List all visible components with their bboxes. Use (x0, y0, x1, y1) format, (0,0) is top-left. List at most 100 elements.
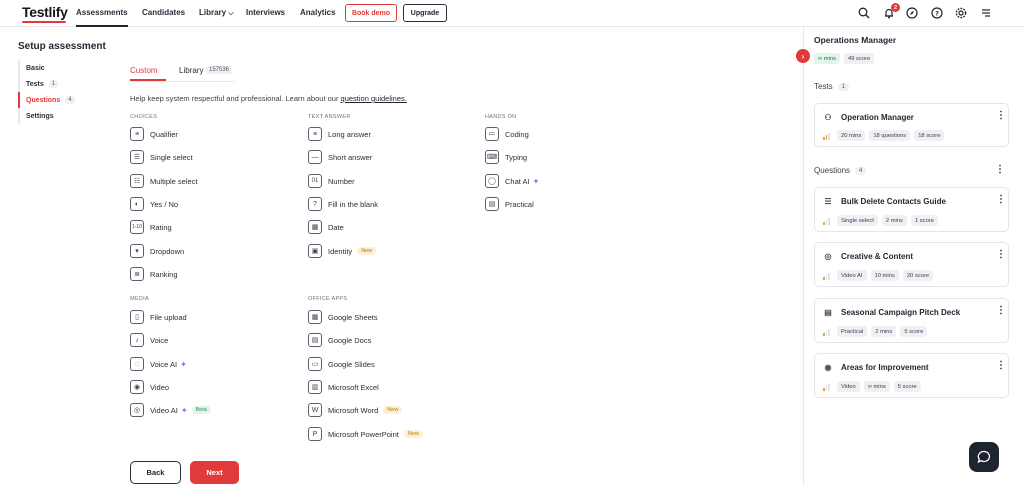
meta-pill: Video AI (837, 270, 867, 281)
kebab-menu-icon[interactable]: ⋮ (996, 111, 1006, 121)
question-type-label: Rating (150, 222, 172, 232)
question-type-number[interactable]: 01 Number (308, 173, 355, 189)
practical-icon: ▤ (824, 307, 832, 317)
chat-support-button[interactable] (969, 442, 999, 472)
question-type-coding[interactable]: ≔ Coding (485, 126, 529, 142)
question-type-single-select[interactable]: ☰ Single select (130, 149, 193, 165)
question-type-label: Fill in the blank (328, 199, 379, 209)
nav-interviews[interactable]: Interviews (246, 8, 285, 17)
kebab-menu-icon[interactable]: ⋮ (996, 195, 1006, 205)
step-basic[interactable]: Basic (18, 60, 78, 76)
question-type-label: Typing (505, 152, 528, 162)
question-type-rating[interactable]: 1-10 Rating (130, 219, 172, 235)
question-type-microsoft-word[interactable]: W Microsoft Word New (308, 402, 403, 418)
question-type-microsoft-powerpoint[interactable]: P Microsoft PowerPoint New (308, 426, 423, 442)
question-card-title: ◉ Areas for Improvement (823, 362, 929, 372)
svg-text:?: ? (935, 9, 939, 17)
active-tab-indicator (130, 79, 166, 81)
help-text: Help keep system respectful and professi… (130, 94, 407, 103)
meta-pill: 2 mins (871, 326, 897, 337)
question-type-multiple-select[interactable]: ☷ Multiple select (130, 173, 198, 189)
long-text-icon: ≡ (308, 127, 322, 141)
compass-icon[interactable] (905, 6, 919, 20)
question-type-google-slides[interactable]: ▭ Google Slides (308, 356, 375, 372)
nav-candidates[interactable]: Candidates (142, 8, 185, 17)
nav-library[interactable]: Library ⌵ (199, 8, 234, 18)
question-card[interactable]: ☰ Bulk Delete Contacts Guide ⋮ Single sel… (814, 187, 1009, 232)
question-type-voice[interactable]: ♪ Voice (130, 332, 168, 348)
question-card[interactable]: ◉ Areas for Improvement ⋮ Video ∞ mins 5 … (814, 353, 1009, 398)
step-settings[interactable]: Settings (18, 108, 78, 124)
card-title-text: Operation Manager (841, 112, 914, 122)
question-type-identity[interactable]: ▣ Identity New (308, 243, 377, 259)
question-type-microsoft-excel[interactable]: ▥ Microsoft Excel (308, 379, 379, 395)
question-type-label: Multiple select (150, 176, 198, 186)
tab-custom[interactable]: Custom (130, 66, 158, 75)
question-type-file-upload[interactable]: ▯ File upload (130, 309, 187, 325)
question-type-date[interactable]: ▦ Date (308, 219, 344, 235)
kebab-menu-icon[interactable]: ⋮ (995, 165, 1005, 175)
question-card[interactable]: ▤ Seasonal Campaign Pitch Deck ⋮ Practica… (814, 298, 1009, 343)
question-type-voice-ai[interactable]: ◌ Voice AI ✦ (130, 356, 187, 372)
kebab-menu-icon[interactable]: ⋮ (996, 306, 1006, 316)
microphone-icon: ♪ (130, 333, 144, 347)
question-type-fill-in-the-blank[interactable]: ? Fill in the blank (308, 196, 378, 212)
card-title-text: Seasonal Campaign Pitch Deck (841, 307, 961, 317)
section-label-media: MEDIA (130, 296, 149, 302)
question-type-short-answer[interactable]: — Short answer (308, 149, 372, 165)
meta-pill: 20 mins (837, 130, 866, 141)
question-type-video[interactable]: ◉ Video (130, 379, 169, 395)
book-demo-button[interactable]: Book demo (345, 4, 397, 22)
question-card[interactable]: ◎ Creative & Content ⋮ Video AI 10 mins 2… (814, 242, 1009, 287)
menu-icon[interactable] (979, 6, 993, 20)
search-icon[interactable] (857, 6, 871, 20)
checkbox-list-icon: ☷ (130, 174, 144, 188)
question-type-practical[interactable]: ▤ Practical (485, 196, 534, 212)
question-type-google-sheets[interactable]: ▦ Google Sheets (308, 309, 378, 325)
question-type-dropdown[interactable]: ▾ Dropdown (130, 243, 184, 259)
question-card-meta: Video ∞ mins 5 score (823, 381, 925, 392)
tab-library[interactable]: Library (179, 66, 203, 75)
gear-icon[interactable] (954, 6, 968, 20)
question-type-label: Google Docs (328, 335, 372, 345)
question-type-google-docs[interactable]: ▤ Google Docs (308, 332, 371, 348)
question-type-label: Dropdown (150, 246, 185, 256)
next-button[interactable]: Next (190, 461, 239, 484)
slides-icon: ▭ (308, 357, 322, 371)
chevron-right-icon[interactable]: › (796, 49, 810, 63)
question-type-label: Yes / No (150, 199, 179, 209)
notification-badge: 2 (891, 3, 900, 12)
step-label: Questions (26, 96, 61, 104)
step-label: Settings (26, 112, 54, 120)
nav-assessments[interactable]: Assessments (76, 8, 128, 27)
number-icon: 01 (308, 174, 322, 188)
bell-icon[interactable]: 2 (882, 3, 900, 20)
video-person-icon: ◉ (130, 380, 144, 394)
question-guidelines-link[interactable]: question guidelines. (341, 94, 407, 103)
step-questions[interactable]: Questions 4 (18, 92, 78, 108)
step-label: Tests (26, 80, 44, 88)
upgrade-button[interactable]: Upgrade (403, 4, 447, 22)
back-button[interactable]: Back (130, 461, 181, 484)
keyboard-icon: ⌨ (485, 150, 499, 164)
question-type-chat-ai[interactable]: ◯ Chat AI ✦ (485, 173, 539, 189)
question-type-yes-no[interactable]: ◐ Yes / No (130, 196, 178, 212)
question-card-title: ▤ Seasonal Campaign Pitch Deck (823, 307, 960, 317)
question-type-ranking[interactable]: ≣ Ranking (130, 266, 178, 282)
question-type-label: Microsoft Word (328, 405, 379, 415)
kebab-menu-icon[interactable]: ⋮ (996, 361, 1006, 371)
question-type-video-ai[interactable]: ◎ Video AI ✦ Beta (130, 402, 211, 418)
help-icon[interactable]: ? (930, 6, 944, 20)
question-type-qualifier[interactable]: ≡ Qualifier (130, 126, 178, 142)
question-type-label: Microsoft Excel (328, 382, 379, 392)
question-type-long-answer[interactable]: ≡ Long answer (308, 126, 371, 142)
kebab-menu-icon[interactable]: ⋮ (996, 250, 1006, 260)
question-type-typing[interactable]: ⌨ Typing (485, 149, 527, 165)
question-type-label: Google Sheets (328, 312, 378, 322)
nav-analytics[interactable]: Analytics (300, 8, 336, 17)
code-icon: ≔ (485, 127, 499, 141)
logo[interactable]: Testlify (22, 4, 68, 20)
question-type-label: Short answer (328, 152, 373, 162)
test-card[interactable]: ⚇ Operation Manager ⋮ 20 mins 18 question… (814, 103, 1009, 147)
step-tests[interactable]: Tests 1 (18, 76, 78, 92)
